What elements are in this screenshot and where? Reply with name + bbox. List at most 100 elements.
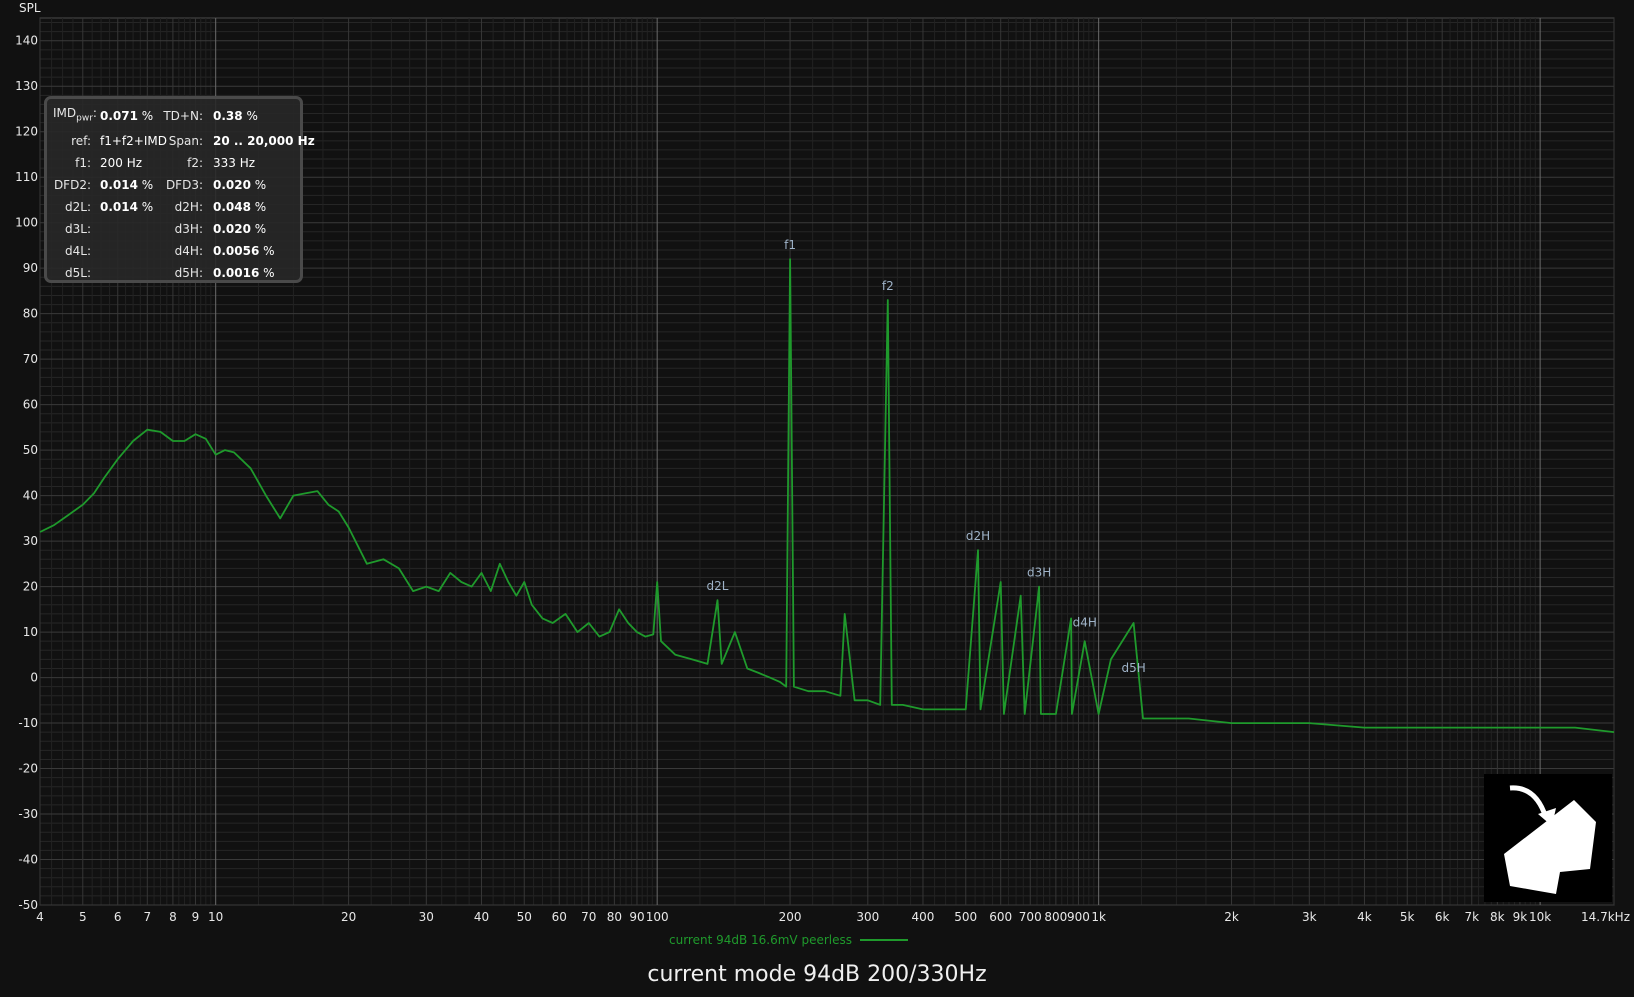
d5h-label: d5H: [174, 266, 203, 280]
ref-label: ref: [71, 134, 91, 148]
y-tick-label: 130 [15, 79, 38, 93]
x-tick-label: 800 [1044, 910, 1067, 924]
y-axis-title: SPL [19, 1, 41, 15]
chart-caption: current mode 94dB 200/330Hz [647, 962, 987, 987]
x-tick-label: 3k [1302, 910, 1317, 924]
legend[interactable]: current 94dB 16.6mV peerless [669, 933, 908, 947]
x-tick-label: 9 [192, 910, 200, 924]
imd-value: 0.071 % [100, 109, 154, 123]
y-tick-label: -10 [18, 716, 38, 730]
x-tick-label: 2k [1224, 910, 1239, 924]
imd-label: IMDpwr: [53, 106, 97, 124]
d2l-label: d2L: [65, 200, 91, 214]
x-tick-label: 9k [1513, 910, 1528, 924]
x-tick-label: 300 [856, 910, 879, 924]
y-tick-label: 50 [23, 443, 38, 457]
x-tick-label: 6k [1435, 910, 1450, 924]
x-tick-label: 200 [779, 910, 802, 924]
house-arrow-icon [1484, 774, 1612, 902]
x-tick-label: 6 [114, 910, 122, 924]
y-tick-label: 20 [23, 580, 38, 594]
dfd3-value: 0.020 % [213, 178, 267, 192]
x-tick-label: 7k [1464, 910, 1479, 924]
x-tick-label: 7 [143, 910, 151, 924]
dfd2-value: 0.014 % [100, 178, 154, 192]
d3h-label: d3H: [174, 222, 203, 236]
x-tick-label: 90 [629, 910, 644, 924]
x-tick-label: 8 [169, 910, 177, 924]
x-tick-label: 10k [1529, 910, 1551, 924]
x-tick-label: 4k [1357, 910, 1372, 924]
d5h-value: 0.0016 % [213, 266, 275, 280]
x-tick-label: 14.7kHz [1581, 910, 1630, 924]
x-tick-label: 40 [474, 910, 489, 924]
x-tick-label: 5k [1400, 910, 1415, 924]
d3h-value: 0.020 % [213, 222, 267, 236]
d2h-label: d2H: [174, 200, 203, 214]
x-tick-label: 10 [208, 910, 223, 924]
f1-value: 200 Hz [100, 156, 143, 170]
y-axis: 1401301201101009080706050403020100-10-20… [15, 34, 38, 912]
y-tick-label: -50 [18, 898, 38, 912]
legend-label: current 94dB 16.6mV peerless [669, 933, 852, 947]
x-tick-label: 70 [581, 910, 596, 924]
dfd3-label: DFD3: [165, 178, 203, 192]
peak-label: d3H [1027, 566, 1051, 580]
y-tick-label: -40 [18, 853, 38, 867]
ref-value: f1+f2+IMD [100, 134, 167, 148]
x-tick-label: 20 [341, 910, 356, 924]
d4l-label: d4L: [65, 244, 91, 258]
y-tick-label: 10 [23, 625, 38, 639]
peak-label: f1 [784, 238, 796, 252]
x-tick-label: 30 [419, 910, 434, 924]
y-tick-label: 60 [23, 398, 38, 412]
x-tick-label: 1k [1091, 910, 1106, 924]
x-tick-label: 60 [552, 910, 567, 924]
y-tick-label: -30 [18, 807, 38, 821]
y-tick-label: 80 [23, 307, 38, 321]
y-tick-label: 40 [23, 489, 38, 503]
x-tick-label: 500 [954, 910, 977, 924]
x-tick-label: 100 [646, 910, 669, 924]
span-value: 20 .. 20,000 Hz [213, 134, 315, 148]
x-tick-label: 80 [607, 910, 622, 924]
measurement-panel: IMDpwr: 0.071 % TD+N: 0.38 % ref: f1+f2+… [44, 96, 315, 283]
y-tick-label: -20 [18, 762, 38, 776]
x-axis: 4 5 6 7 8 9 10 20 30 40 50 60 70 80 90 100 200 300 400 500 6… [36, 910, 1630, 924]
tdn-label: TD+N: [163, 109, 203, 123]
tdn-value: 0.38 % [213, 109, 258, 123]
d4h-value: 0.0056 % [213, 244, 275, 258]
x-tick-label: 900 [1067, 910, 1090, 924]
y-tick-label: 100 [15, 216, 38, 230]
x-tick-label: 50 [517, 910, 532, 924]
y-tick-label: 140 [15, 34, 38, 48]
y-tick-label: 70 [23, 352, 38, 366]
f1-label: f1: [75, 156, 91, 170]
d2h-value: 0.048 % [213, 200, 267, 214]
peak-label: d4H [1073, 616, 1097, 630]
f2-label: f2: [187, 156, 203, 170]
f2-value: 333 Hz [213, 156, 256, 170]
x-tick-label: 4 [36, 910, 44, 924]
y-tick-label: 0 [30, 671, 38, 685]
x-tick-label: 5 [79, 910, 87, 924]
y-tick-label: 110 [15, 170, 38, 184]
peak-label: f2 [882, 279, 894, 293]
x-tick-label: 700 [1019, 910, 1042, 924]
peak-label: d2L [707, 579, 729, 593]
x-tick-label: 8k [1490, 910, 1505, 924]
d4h-label: d4H: [174, 244, 203, 258]
peak-label: d2H [966, 529, 990, 543]
peak-label: d5H [1121, 661, 1145, 675]
d5l-label: d5L: [65, 266, 91, 280]
d3l-label: d3L: [65, 222, 91, 236]
x-tick-label: 600 [989, 910, 1012, 924]
d2l-value: 0.014 % [100, 200, 154, 214]
y-tick-label: 30 [23, 534, 38, 548]
peak-labels: f1 f2 d2L d2H d3H d4H d5H [707, 238, 1146, 675]
x-tick-label: 400 [912, 910, 935, 924]
dfd2-label: DFD2: [53, 178, 91, 192]
y-tick-label: 90 [23, 261, 38, 275]
span-label: Span: [168, 134, 203, 148]
y-tick-label: 120 [15, 125, 38, 139]
